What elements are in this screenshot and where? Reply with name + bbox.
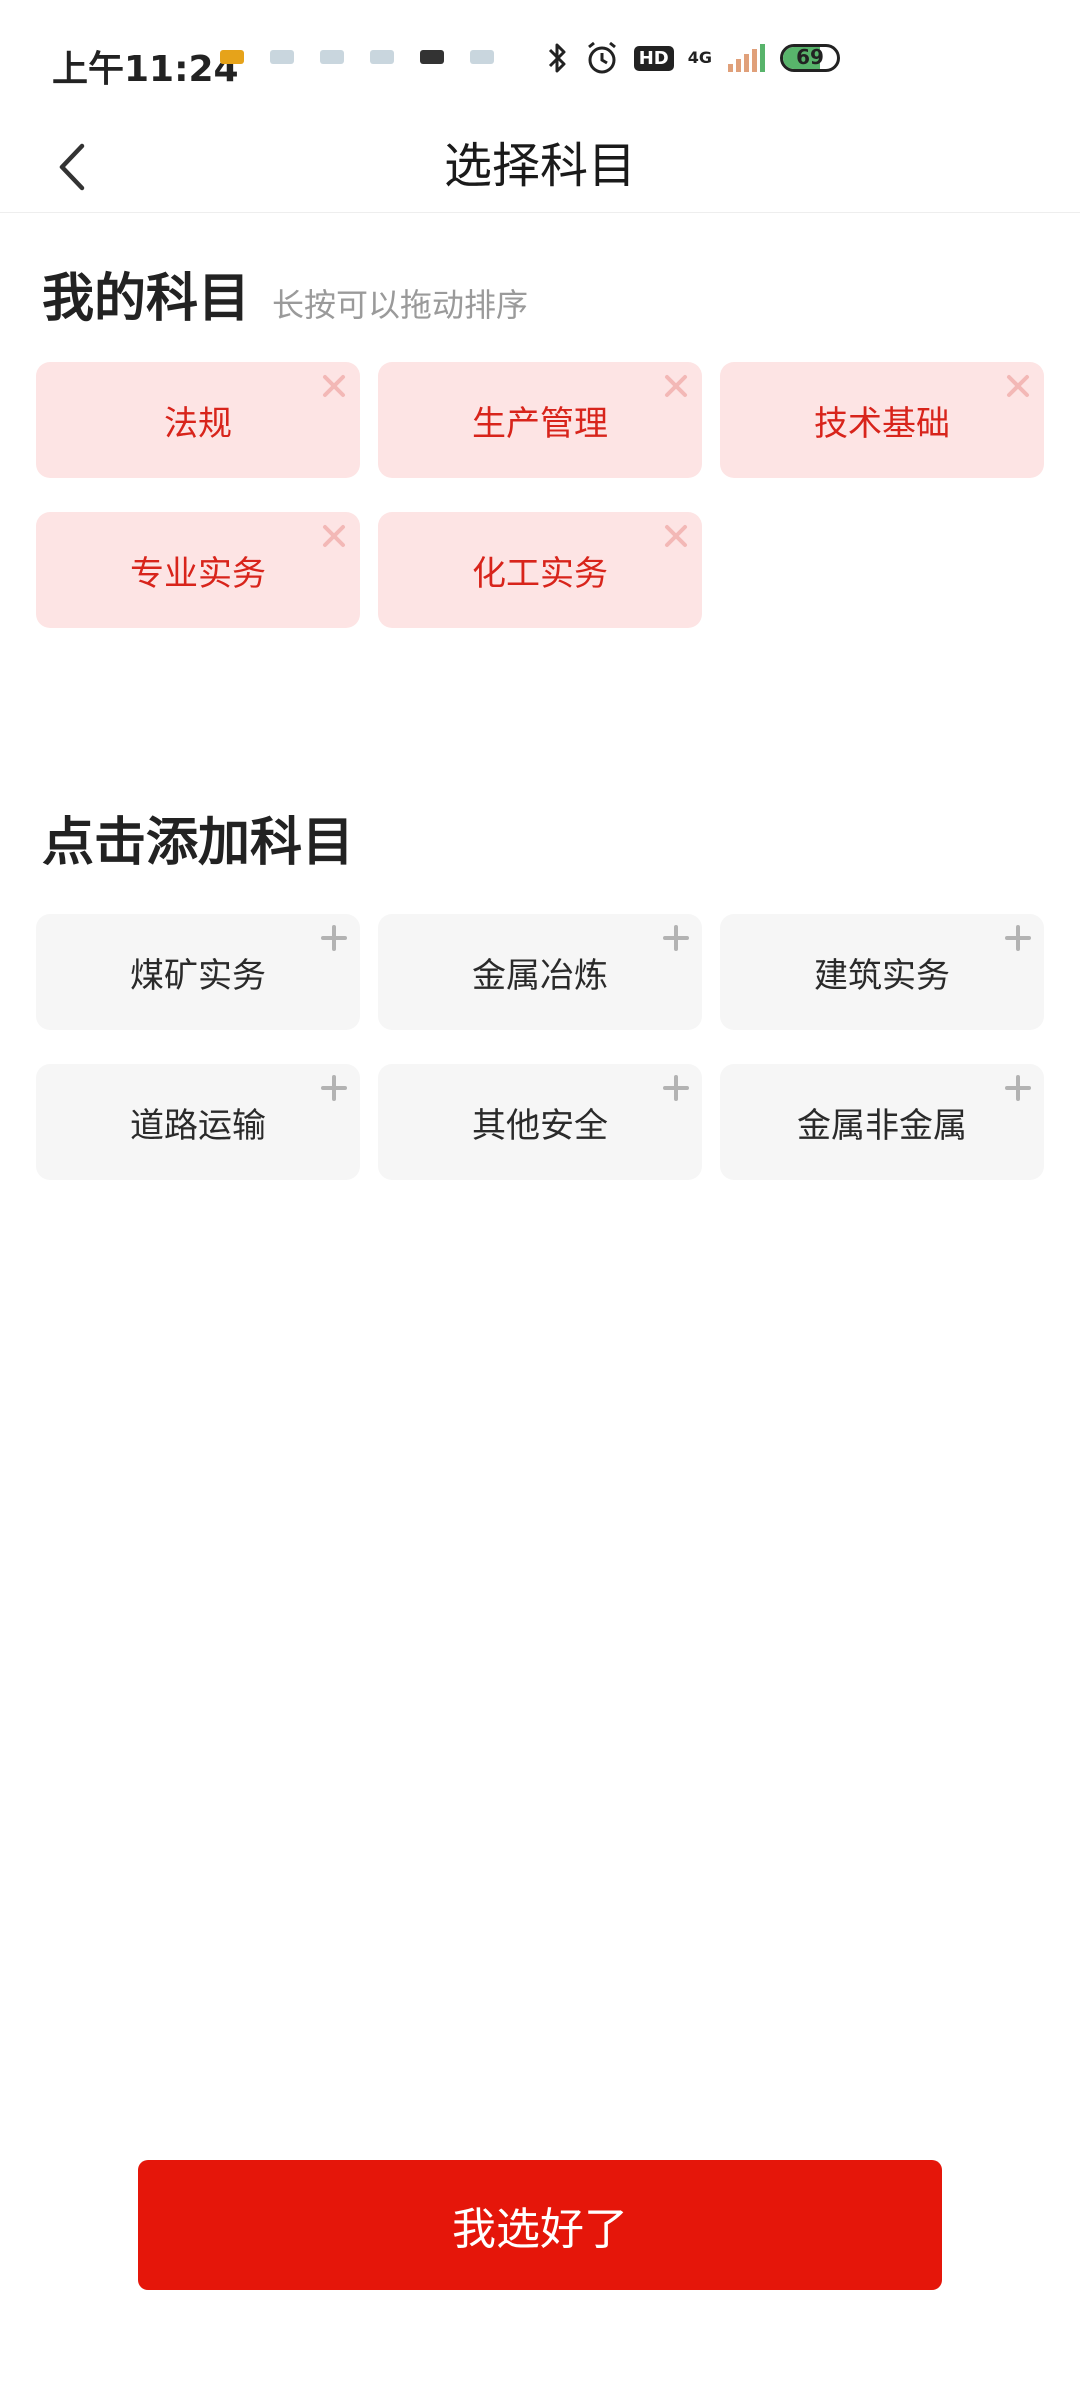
- available-subject-tag[interactable]: 建筑实务: [720, 914, 1044, 1030]
- subject-label: 专业实务: [130, 553, 266, 594]
- subject-label: 生产管理: [472, 403, 608, 444]
- available-subject-tag[interactable]: 其他安全: [378, 1064, 702, 1180]
- message-notification-icon: [270, 50, 294, 64]
- plus-icon[interactable]: [320, 1074, 348, 1102]
- hd-badge: HD: [633, 45, 674, 71]
- my-subjects-header: 我的科目 长按可以拖动排序: [42, 256, 528, 331]
- app-notification-icon: [370, 50, 394, 64]
- available-subject-tag[interactable]: 金属冶炼: [378, 914, 702, 1030]
- app-notification-icon: [420, 50, 444, 64]
- my-subject-tag[interactable]: 专业实务: [36, 512, 360, 628]
- remove-icon[interactable]: [662, 522, 690, 550]
- status-bar: 上午11:24 HD 4G 69: [0, 0, 1080, 120]
- status-time: 上午11:24: [52, 49, 239, 90]
- add-subjects-title: 点击添加科目: [42, 813, 355, 873]
- battery-level: 69: [796, 45, 824, 69]
- notification-icons: [220, 50, 494, 64]
- add-subjects-header: 点击添加科目: [42, 800, 354, 875]
- my-subjects-grid: 法规 生产管理 技术基础 专业实务 化工实务: [36, 362, 1044, 628]
- subject-label: 金属非金属: [797, 1105, 967, 1146]
- message-notification-icon: [470, 50, 494, 64]
- available-subject-tag[interactable]: 道路运输: [36, 1064, 360, 1180]
- message-notification-icon: [320, 50, 344, 64]
- alarm-icon: [587, 41, 616, 74]
- my-subjects-title: 我的科目: [42, 269, 251, 329]
- my-subject-tag[interactable]: 生产管理: [378, 362, 702, 478]
- plus-icon[interactable]: [1004, 924, 1032, 952]
- plus-icon[interactable]: [1004, 1074, 1032, 1102]
- my-subject-tag[interactable]: 技术基础: [720, 362, 1044, 478]
- network-type: 4G: [687, 48, 712, 67]
- remove-icon[interactable]: [662, 372, 690, 400]
- subject-label: 法规: [164, 403, 232, 444]
- confirm-button[interactable]: 我选好了: [138, 2160, 942, 2290]
- drag-sort-hint: 长按可以拖动排序: [272, 286, 529, 324]
- page-title: 选择科目: [443, 138, 636, 194]
- subject-label: 金属冶炼: [472, 955, 608, 996]
- my-subject-tag[interactable]: 法规: [36, 362, 360, 478]
- app-notification-icon: [220, 50, 244, 64]
- signal-icon: [728, 44, 765, 72]
- subject-label: 建筑实务: [814, 955, 950, 996]
- status-indicators: HD 4G 69: [546, 40, 840, 76]
- plus-icon[interactable]: [320, 924, 348, 952]
- add-subjects-grid: 煤矿实务 金属冶炼 建筑实务 道路运输 其他安全 金属非金属: [36, 914, 1044, 1180]
- plus-icon[interactable]: [662, 924, 690, 952]
- remove-icon[interactable]: [320, 372, 348, 400]
- subject-label: 技术基础: [814, 403, 950, 444]
- nav-bar: 选择科目: [0, 120, 1080, 213]
- available-subject-tag[interactable]: 煤矿实务: [36, 914, 360, 1030]
- remove-icon[interactable]: [1004, 372, 1032, 400]
- subject-label: 化工实务: [472, 553, 608, 594]
- my-subject-tag[interactable]: 化工实务: [378, 512, 702, 628]
- subject-label: 道路运输: [130, 1105, 266, 1146]
- remove-icon[interactable]: [320, 522, 348, 550]
- available-subject-tag[interactable]: 金属非金属: [720, 1064, 1044, 1180]
- bluetooth-icon: [548, 43, 566, 73]
- subject-label: 其他安全: [472, 1105, 608, 1146]
- subject-label: 煤矿实务: [130, 955, 266, 996]
- plus-icon[interactable]: [662, 1074, 690, 1102]
- battery-indicator: 69: [780, 44, 840, 72]
